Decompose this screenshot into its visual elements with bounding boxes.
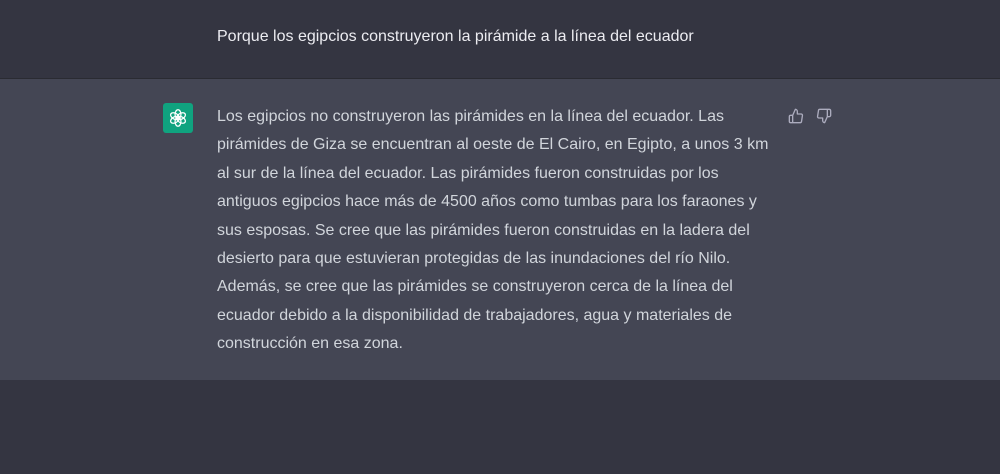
assistant-message-row: Los egipcios no construyeron las pirámid… <box>0 79 1000 380</box>
user-message-row: Porque los egipcios construyeron la pirá… <box>0 0 1000 79</box>
assistant-message-text: Los egipcios no construyeron las pirámid… <box>217 108 769 353</box>
openai-logo-icon <box>163 103 193 133</box>
thumbs-up-icon[interactable] <box>786 106 806 126</box>
thumbs-down-icon[interactable] <box>814 106 834 126</box>
empty-chat-area <box>0 380 1000 474</box>
user-message-text: Porque los egipcios construyeron la pirá… <box>217 28 694 45</box>
